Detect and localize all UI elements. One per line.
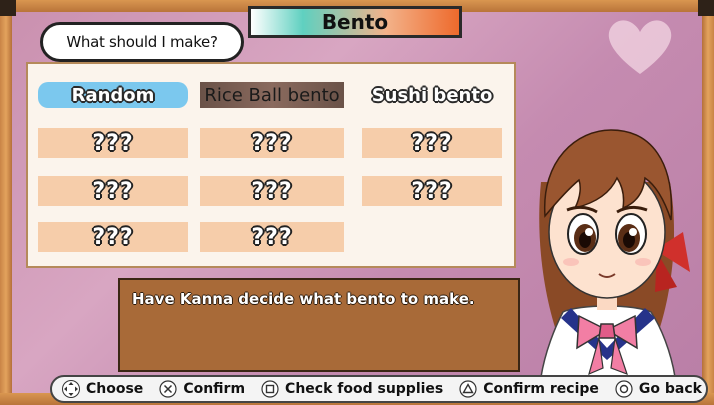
kanna-character	[539, 129, 690, 377]
control-label: Go back	[638, 381, 702, 397]
cross-button-icon	[159, 380, 177, 398]
control-label: Check food supplies	[285, 381, 444, 397]
menu-option-label: Random	[71, 84, 155, 106]
game-screen: Bento What should I make? Random Rice Ba…	[0, 0, 714, 405]
circle-button-icon	[615, 380, 633, 398]
control-hint-confirm: Confirm	[159, 380, 245, 398]
description-box: Have Kanna decide what bento to make.	[118, 278, 520, 372]
menu-option-locked[interactable]: ???	[200, 128, 344, 158]
control-label: Choose	[86, 381, 144, 397]
menu-option-locked[interactable]: ???	[38, 128, 188, 158]
locked-label: ???	[411, 130, 453, 156]
menu-option-locked[interactable]: ???	[200, 222, 344, 252]
locked-label: ???	[92, 224, 134, 250]
control-hint-check-food-supplies: Check food supplies	[261, 380, 443, 398]
locked-label: ???	[92, 130, 134, 156]
description-text: Have Kanna decide what bento to make.	[132, 290, 475, 308]
menu-option-locked[interactable]: ???	[38, 176, 188, 206]
frame-corner	[698, 0, 714, 16]
triangle-button-icon	[459, 380, 477, 398]
question-bubble: What should I make?	[40, 22, 244, 62]
control-hint-choose: Choose	[62, 380, 143, 398]
frame-corner	[0, 0, 16, 16]
control-hints-bar: Choose Confirm Check food supplies Confi…	[50, 375, 708, 403]
control-hint-go-back: Go back	[615, 380, 702, 398]
wood-frame-left	[0, 0, 12, 405]
page-title: Bento	[321, 10, 389, 34]
title-bar: Bento	[248, 6, 462, 38]
question-text: What should I make?	[66, 33, 218, 51]
menu-option-random[interactable]: Random	[38, 82, 188, 108]
menu-option-locked[interactable]: ???	[362, 176, 502, 206]
dpad-icon	[62, 380, 80, 398]
menu-option-label: Sushi bento	[371, 84, 493, 106]
locked-label: ???	[251, 224, 293, 250]
locked-label: ???	[251, 130, 293, 156]
menu-option-sushi-bento[interactable]: Sushi bento	[362, 82, 502, 108]
bento-menu-panel: Random Rice Ball bento Sushi bento ??? ?…	[26, 62, 516, 268]
menu-option-locked[interactable]: ???	[200, 176, 344, 206]
locked-label: ???	[251, 178, 293, 204]
control-hint-confirm-recipe: Confirm recipe	[459, 380, 599, 398]
menu-option-label: Rice Ball bento	[204, 84, 340, 106]
locked-label: ???	[92, 178, 134, 204]
menu-option-locked[interactable]: ???	[38, 222, 188, 252]
control-label: Confirm	[183, 381, 246, 397]
control-label: Confirm recipe	[483, 381, 599, 397]
square-button-icon	[261, 380, 279, 398]
heart-decoration	[608, 20, 672, 74]
menu-option-locked[interactable]: ???	[362, 128, 502, 158]
locked-label: ???	[411, 178, 453, 204]
menu-option-rice-ball-bento[interactable]: Rice Ball bento	[200, 82, 344, 108]
